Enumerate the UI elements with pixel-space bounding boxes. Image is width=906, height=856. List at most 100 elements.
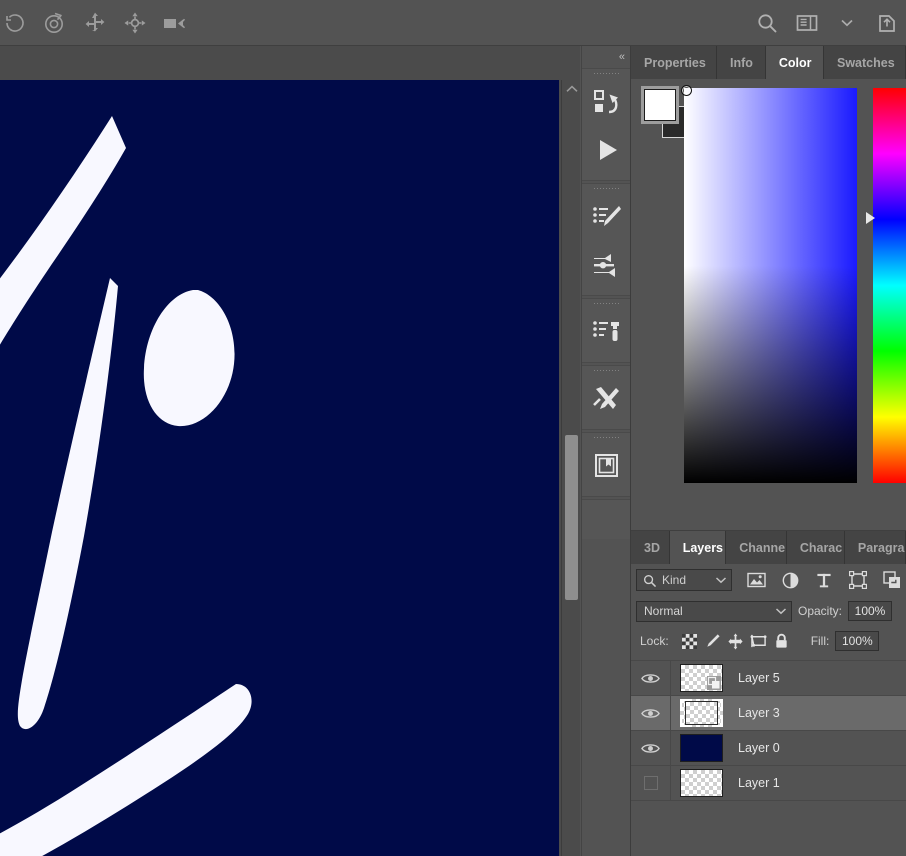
- lock-image-pixels-icon[interactable]: [701, 630, 724, 652]
- dock-grip[interactable]: [582, 184, 630, 193]
- rotate-3d-object-icon[interactable]: [2, 10, 28, 36]
- foreground-color-swatch[interactable]: [644, 89, 676, 121]
- layer-visibility-toggle[interactable]: [631, 730, 671, 766]
- brush-settings-icon[interactable]: [582, 241, 632, 289]
- layer-filter-kind-select[interactable]: Kind: [636, 569, 732, 591]
- chevron-down-icon[interactable]: [775, 607, 787, 615]
- color-panel: [631, 79, 906, 531]
- dock-grip[interactable]: [582, 299, 630, 308]
- canvas-vertical-scrollbar[interactable]: [561, 80, 580, 856]
- layer-name-label[interactable]: Layer 1: [731, 776, 780, 790]
- dock-group-tool-presets: [582, 365, 630, 430]
- dock-group-clone-source: [582, 298, 630, 363]
- table-row[interactable]: Layer 0: [631, 730, 906, 766]
- search-icon: [643, 574, 656, 587]
- layer-thumbnail-cell[interactable]: [671, 769, 731, 797]
- chevron-down-icon[interactable]: [715, 576, 727, 584]
- chevron-down-icon[interactable]: [834, 10, 860, 36]
- canvas-artboard[interactable]: [0, 80, 559, 856]
- layer-filter-kind-label: Kind: [662, 573, 687, 587]
- layer-thumbnail: [679, 734, 723, 762]
- lock-artboard-nesting-icon[interactable]: [747, 630, 770, 652]
- layer-visibility-toggle[interactable]: [631, 765, 671, 801]
- tab-color[interactable]: Color: [765, 46, 824, 79]
- table-row[interactable]: Layer 5: [631, 660, 906, 696]
- filter-pixel-layers-icon[interactable]: [746, 570, 766, 590]
- fill-value-field[interactable]: 100%: [835, 631, 880, 651]
- layer-name-label[interactable]: Layer 3: [731, 706, 780, 720]
- lock-position-icon[interactable]: [724, 630, 747, 652]
- filter-adjustment-layers-icon[interactable]: [780, 570, 800, 590]
- workspace-icon[interactable]: [794, 10, 820, 36]
- tab-swatches[interactable]: Swatches: [823, 46, 906, 79]
- blend-mode-value: Normal: [644, 604, 683, 618]
- options-bar: [0, 0, 906, 46]
- tab-character[interactable]: Charac: [786, 531, 845, 564]
- table-row[interactable]: Layer 3: [631, 695, 906, 731]
- layer-name-label[interactable]: Layer 0: [731, 741, 780, 755]
- document-window[interactable]: [0, 46, 580, 856]
- filter-shape-layers-icon[interactable]: [848, 570, 868, 590]
- filter-type-layers-icon[interactable]: [814, 570, 834, 590]
- dock-group-history-actions: [582, 68, 630, 181]
- sv-black-gradient: [684, 88, 857, 483]
- 3d-camera-icon[interactable]: [162, 10, 188, 36]
- tab-properties[interactable]: Properties: [631, 46, 717, 79]
- tab-properties-label: Properties: [644, 55, 706, 70]
- drag-3d-object-icon[interactable]: [82, 10, 108, 36]
- layer-thumbnail-cell[interactable]: [671, 734, 731, 762]
- sv-picker-cursor[interactable]: [681, 85, 692, 96]
- slide-3d-object-icon[interactable]: [122, 10, 148, 36]
- layer-filter-row: Kind: [631, 564, 906, 596]
- tool-presets-icon[interactable]: [582, 375, 632, 423]
- lock-transparent-pixels-icon[interactable]: [678, 630, 701, 652]
- filter-smart-objects-icon[interactable]: [882, 570, 902, 590]
- dock-grip[interactable]: [582, 69, 630, 78]
- tab-paragraph[interactable]: Paragra: [844, 531, 906, 564]
- layer-thumbnail: [679, 769, 723, 797]
- expand-panels-button[interactable]: «: [582, 46, 630, 68]
- layer-thumbnail-cell[interactable]: [671, 699, 731, 727]
- tab-info[interactable]: Info: [716, 46, 766, 79]
- dock-grip[interactable]: [582, 433, 630, 442]
- tab-character-label: Charac: [799, 540, 843, 555]
- lock-label: Lock:: [640, 634, 669, 648]
- table-row[interactable]: Layer 1: [631, 765, 906, 801]
- layers-panel: Kind Normal Opacity: 100% Lock: Fill: 10…: [631, 564, 906, 856]
- fill-group: Fill: 100%: [811, 631, 880, 651]
- lock-all-icon[interactable]: [770, 630, 793, 652]
- clone-source-icon[interactable]: [582, 308, 632, 356]
- dock-group-brushes: [582, 183, 630, 296]
- tab-3d[interactable]: 3D: [631, 531, 670, 564]
- layer-name-label[interactable]: Layer 5: [731, 671, 780, 685]
- eye-icon: [641, 743, 660, 753]
- layer-thumbnail: [679, 664, 723, 692]
- tab-layers[interactable]: Layers: [669, 531, 727, 564]
- hue-slider[interactable]: [873, 88, 906, 483]
- scroll-up-arrow-icon[interactable]: [562, 80, 580, 98]
- history-panel-icon[interactable]: [582, 78, 632, 126]
- layer-list: Layer 5 Layer 3 Layer 0 Layer 1: [631, 660, 906, 801]
- brushes-panel-icon[interactable]: [582, 193, 632, 241]
- opacity-value-field[interactable]: 100%: [848, 601, 893, 621]
- blend-mode-row: Normal Opacity: 100%: [631, 596, 906, 626]
- dock-grip[interactable]: [582, 366, 630, 375]
- scrollbar-thumb[interactable]: [565, 435, 578, 600]
- libraries-panel-icon[interactable]: [582, 442, 632, 490]
- layer-visibility-toggle[interactable]: [631, 660, 671, 696]
- layer-thumbnail-cell[interactable]: [671, 664, 731, 692]
- hue-slider-cursor[interactable]: [866, 212, 876, 224]
- search-icon[interactable]: [754, 10, 780, 36]
- opacity-label: Opacity:: [798, 604, 843, 618]
- actions-play-icon[interactable]: [582, 126, 632, 174]
- layer-type-filters: [746, 570, 902, 590]
- tab-channels-label: Channe: [739, 540, 786, 555]
- roll-3d-object-icon[interactable]: [42, 10, 68, 36]
- tab-layers-label: Layers: [682, 540, 724, 555]
- tab-channels[interactable]: Channe: [726, 531, 787, 564]
- share-icon[interactable]: [874, 10, 900, 36]
- saturation-value-field[interactable]: [681, 85, 857, 483]
- blend-mode-select[interactable]: Normal: [636, 600, 792, 622]
- layer-visibility-toggle[interactable]: [631, 695, 671, 731]
- tab-color-label: Color: [778, 55, 812, 70]
